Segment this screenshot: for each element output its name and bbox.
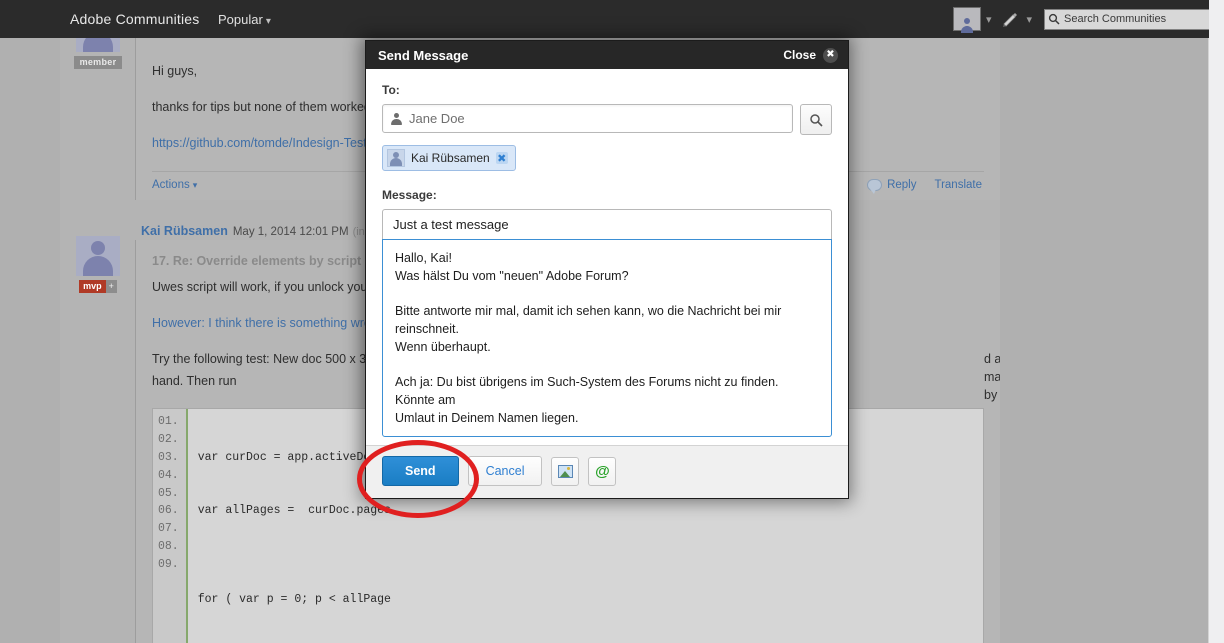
remove-recipient-icon[interactable]: ✖ bbox=[495, 152, 508, 165]
chevron-down-icon[interactable]: ▾ bbox=[985, 13, 996, 26]
at-icon: @ bbox=[595, 462, 610, 480]
actions-label: Actions bbox=[152, 178, 190, 191]
code-line-number: 04. bbox=[158, 468, 179, 482]
recipient-placeholder: Jane Doe bbox=[409, 111, 465, 126]
avatar bbox=[387, 149, 405, 167]
nav-popular-menu[interactable]: Popular ▾ bbox=[218, 12, 271, 27]
top-navigation-bar: Adobe Communities Popular ▾ ▾ ▾ Search Co bbox=[0, 0, 1224, 38]
speech-bubble-icon bbox=[867, 178, 883, 194]
code-line: for ( var p = 0; p < allPage bbox=[197, 593, 391, 607]
to-label: To: bbox=[382, 83, 400, 97]
pencil-icon bbox=[1003, 13, 1018, 27]
person-icon bbox=[391, 112, 402, 125]
recipient-input[interactable]: Jane Doe bbox=[382, 104, 793, 133]
cancel-button[interactable]: Cancel bbox=[467, 456, 543, 486]
code-line-number: 07. bbox=[158, 522, 179, 536]
dialog-close-group[interactable]: Close ✖ bbox=[783, 47, 838, 63]
avatar[interactable] bbox=[76, 235, 120, 276]
image-icon bbox=[557, 464, 573, 478]
screen-root: member Hi guys, thanks for tips but none… bbox=[0, 0, 1224, 643]
post-1-avatar-col: member bbox=[66, 38, 130, 70]
mvp-badge: mvp + bbox=[79, 279, 117, 293]
chevron-down-icon[interactable]: ▾ bbox=[1025, 13, 1036, 26]
nav-right-group: ▾ ▾ Search Communities bbox=[952, 0, 1214, 38]
code-line-number: 09. bbox=[158, 557, 179, 571]
code-line-number: 08. bbox=[158, 539, 179, 553]
close-icon[interactable]: ✖ bbox=[823, 47, 838, 63]
mention-button[interactable]: @ bbox=[588, 456, 617, 486]
left-rail bbox=[0, 38, 60, 643]
post-date: May 1, 2014 12:01 PM bbox=[232, 225, 349, 238]
dialog-titlebar: Send Message Close ✖ bbox=[366, 41, 848, 69]
search-input[interactable]: Search Communities bbox=[1044, 8, 1214, 30]
right-rail bbox=[1000, 38, 1205, 643]
code-line-number: 01. bbox=[158, 415, 179, 429]
post-1-actions-right: ) Reply Translate bbox=[845, 178, 982, 194]
create-content-button[interactable] bbox=[999, 8, 1021, 30]
actions-menu-1[interactable]: Actions ▾ bbox=[152, 179, 197, 191]
code-line: var allPages = curDoc.pages bbox=[197, 504, 391, 518]
dialog-title: Send Message bbox=[378, 47, 469, 63]
search-placeholder: Search Communities bbox=[1064, 13, 1167, 25]
message-body-text: Hallo, Kai! Was hälst Du vom "neuen" Ado… bbox=[395, 251, 782, 425]
chevron-down-icon: ▾ bbox=[265, 16, 271, 27]
user-avatar-button[interactable] bbox=[952, 7, 981, 33]
avatar[interactable] bbox=[76, 38, 120, 52]
page-scrollbar[interactable] bbox=[1208, 38, 1224, 643]
message-subject-input[interactable]: Just a test message bbox=[382, 209, 832, 239]
translate-button-1[interactable]: Translate bbox=[934, 179, 982, 191]
reply-button-1[interactable]: Reply bbox=[867, 178, 916, 194]
status-badge: member bbox=[73, 56, 123, 69]
recipient-name: Kai Rübsamen bbox=[411, 151, 490, 165]
dialog-body: To: Jane Doe Kai Rübsamen ✖ Message: Jus… bbox=[366, 69, 848, 445]
send-message-dialog: Send Message Close ✖ To: Jane Doe Kai Rü… bbox=[365, 40, 849, 499]
recipient-search-button[interactable] bbox=[800, 104, 832, 135]
search-icon bbox=[1048, 13, 1060, 25]
brand-title[interactable]: Adobe Communities bbox=[70, 11, 199, 27]
send-button[interactable]: Send bbox=[382, 456, 459, 486]
code-line-number: 02. bbox=[158, 433, 179, 447]
recipient-chip-list: Kai Rübsamen ✖ bbox=[382, 135, 832, 172]
code-line-number: 03. bbox=[158, 450, 179, 464]
post-author[interactable]: Kai Rübsamen bbox=[141, 224, 228, 238]
dialog-footer: Send Cancel @ bbox=[366, 445, 848, 498]
to-row: Jane Doe bbox=[382, 104, 832, 135]
post-2-avatar-col: mvp + bbox=[66, 235, 130, 294]
search-icon bbox=[810, 113, 823, 127]
code-line-number: 06. bbox=[158, 504, 179, 518]
nav-popular-label: Popular bbox=[218, 12, 263, 27]
insert-image-button[interactable] bbox=[551, 456, 580, 486]
code-line-number: 05. bbox=[158, 486, 179, 500]
chevron-down-icon: ▾ bbox=[192, 179, 198, 190]
close-label[interactable]: Close bbox=[783, 48, 816, 62]
message-body-input[interactable]: Hallo, Kai! Was hälst Du vom "neuen" Ado… bbox=[382, 239, 832, 437]
scrollbar-top-cap bbox=[1209, 0, 1224, 38]
recipient-chip[interactable]: Kai Rübsamen ✖ bbox=[382, 145, 516, 171]
code-gutter: 01. 02. 03. 04. 05. 06. 07. 08. 09. bbox=[153, 409, 188, 643]
message-label: Message: bbox=[382, 188, 437, 202]
